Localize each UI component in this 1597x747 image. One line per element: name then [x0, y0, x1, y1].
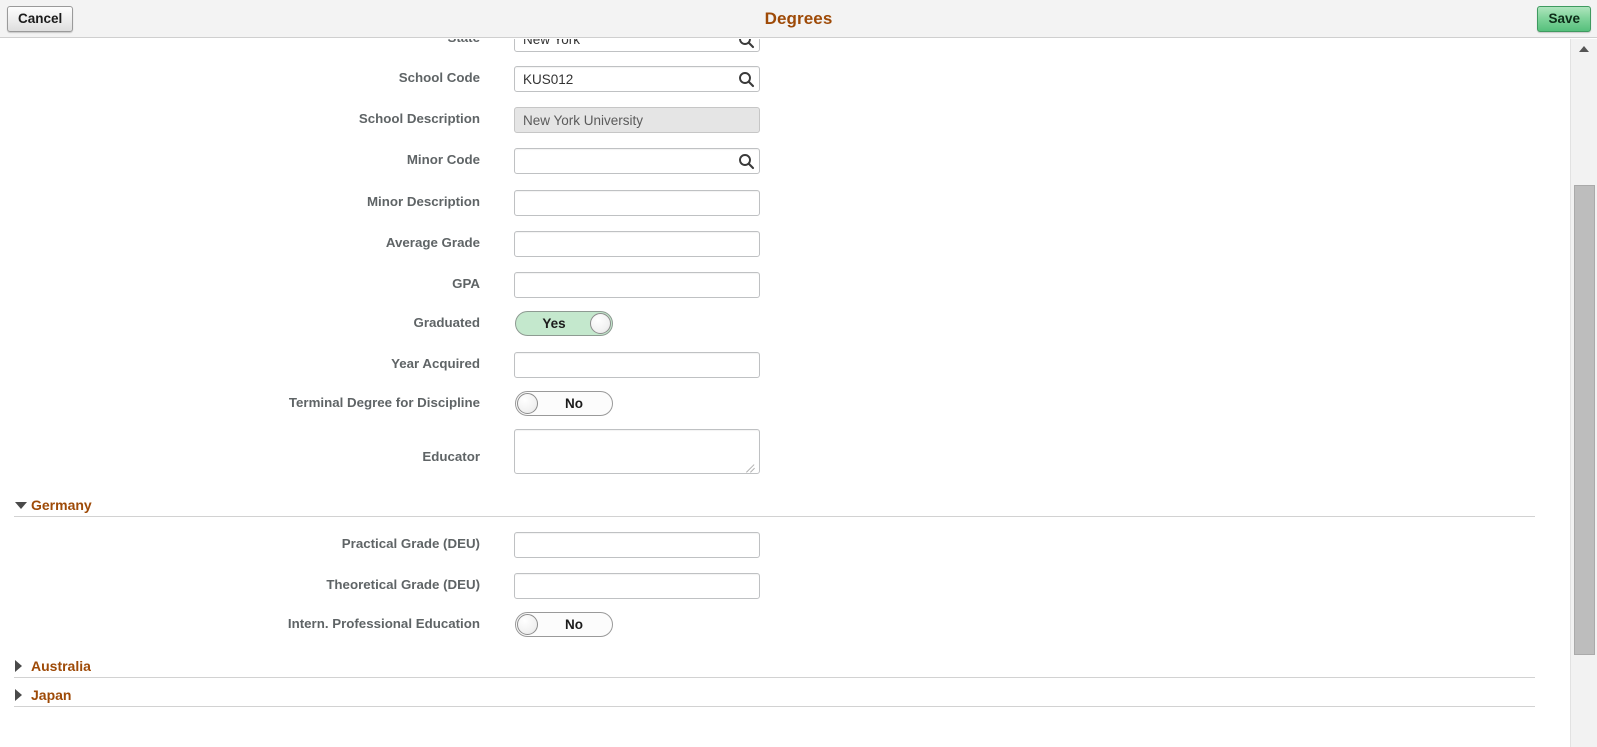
state-select[interactable] — [514, 39, 760, 52]
label-school-code: School Code — [398, 70, 480, 85]
section-australia: Australia — [0, 655, 1545, 683]
average-grade-input[interactable] — [514, 231, 760, 257]
toggle-knob — [590, 313, 611, 334]
intern-professional-education-toggle[interactable]: No — [515, 612, 613, 637]
label-state: State — [0, 39, 480, 50]
form-row-state: State — [0, 39, 1545, 52]
school-code-input[interactable] — [514, 66, 760, 92]
label-minor-code: Minor Code — [406, 152, 480, 167]
form-row-year-acquired: Year Acquired — [0, 352, 1545, 378]
graduated-toggle[interactable]: Yes — [515, 311, 613, 336]
label-year-acquired: Year Acquired — [391, 356, 480, 371]
label-school-description: School Description — [358, 111, 480, 126]
label-practical-grade: Practical Grade (DEU) — [341, 536, 480, 551]
form-row-minor-description: Minor Description — [0, 190, 1545, 216]
minor-code-input[interactable] — [514, 148, 760, 174]
vertical-scrollbar[interactable] — [1570, 39, 1597, 747]
school-description-value — [514, 107, 760, 133]
label-intern-professional-education: Intern. Professional Education — [287, 616, 480, 631]
form-row-gpa: GPA — [0, 272, 1545, 298]
chevron-down-icon[interactable] — [738, 39, 755, 49]
form-row-terminal-degree: Terminal Degree for Discipline No — [0, 391, 1545, 416]
section-germany: Germany — [0, 494, 1545, 522]
label-theoretical-grade: Theoretical Grade (DEU) — [326, 577, 480, 592]
terminal-degree-toggle-label: No — [565, 396, 583, 411]
graduated-toggle-label: Yes — [542, 316, 566, 331]
scrollbar-thumb[interactable] — [1574, 185, 1595, 655]
section-divider — [14, 706, 1535, 707]
form-row-minor-code: Minor Code — [0, 148, 1545, 174]
section-divider — [14, 516, 1535, 517]
cancel-button[interactable]: Cancel — [7, 6, 74, 32]
chevron-right-icon[interactable] — [15, 660, 22, 672]
label-graduated: Graduated — [413, 315, 481, 330]
label-minor-description: Minor Description — [366, 194, 480, 209]
form-row-practical-grade: Practical Grade (DEU) — [0, 532, 1545, 558]
section-australia-title[interactable]: Australia — [31, 655, 91, 677]
form-row-average-grade: Average Grade — [0, 231, 1545, 257]
chevron-down-icon[interactable] — [15, 502, 27, 509]
action-bar: Degrees Cancel Save — [0, 0, 1597, 38]
gpa-input[interactable] — [514, 272, 760, 298]
section-divider — [14, 677, 1535, 678]
label-terminal-degree: Terminal Degree for Discipline — [288, 395, 480, 410]
form-row-graduated: Graduated Yes — [0, 311, 1545, 336]
chevron-right-icon[interactable] — [15, 689, 22, 701]
scroll-up-arrow-icon[interactable] — [1571, 39, 1597, 57]
save-button[interactable]: Save — [1537, 6, 1591, 32]
form-row-school-code: School Code — [0, 66, 1545, 92]
section-germany-title[interactable]: Germany — [31, 494, 92, 516]
form-row-theoretical-grade: Theoretical Grade (DEU) — [0, 573, 1545, 599]
year-acquired-input[interactable] — [514, 352, 760, 378]
toggle-knob — [517, 614, 538, 635]
form-row-school-description: School Description — [0, 107, 1545, 133]
label-average-grade: Average Grade — [385, 235, 480, 250]
theoretical-grade-input[interactable] — [514, 573, 760, 599]
educator-textarea[interactable] — [514, 429, 760, 474]
label-educator: Educator — [422, 449, 480, 464]
page-title: Degrees — [764, 9, 833, 28]
toggle-knob — [517, 393, 538, 414]
practical-grade-input[interactable] — [514, 532, 760, 558]
section-japan-title[interactable]: Japan — [31, 684, 71, 706]
section-japan: Japan — [0, 684, 1545, 712]
form-row-educator: Educator — [0, 429, 1545, 485]
form-scroll-area: State School Code School Description Min… — [0, 39, 1570, 747]
minor-description-input[interactable] — [514, 190, 760, 216]
search-icon[interactable] — [738, 71, 755, 88]
intern-professional-education-toggle-label: No — [565, 617, 583, 632]
label-gpa: GPA — [452, 276, 480, 291]
terminal-degree-toggle[interactable]: No — [515, 391, 613, 416]
form-row-intern-professional-education: Intern. Professional Education No — [0, 612, 1545, 637]
search-icon[interactable] — [738, 153, 755, 170]
